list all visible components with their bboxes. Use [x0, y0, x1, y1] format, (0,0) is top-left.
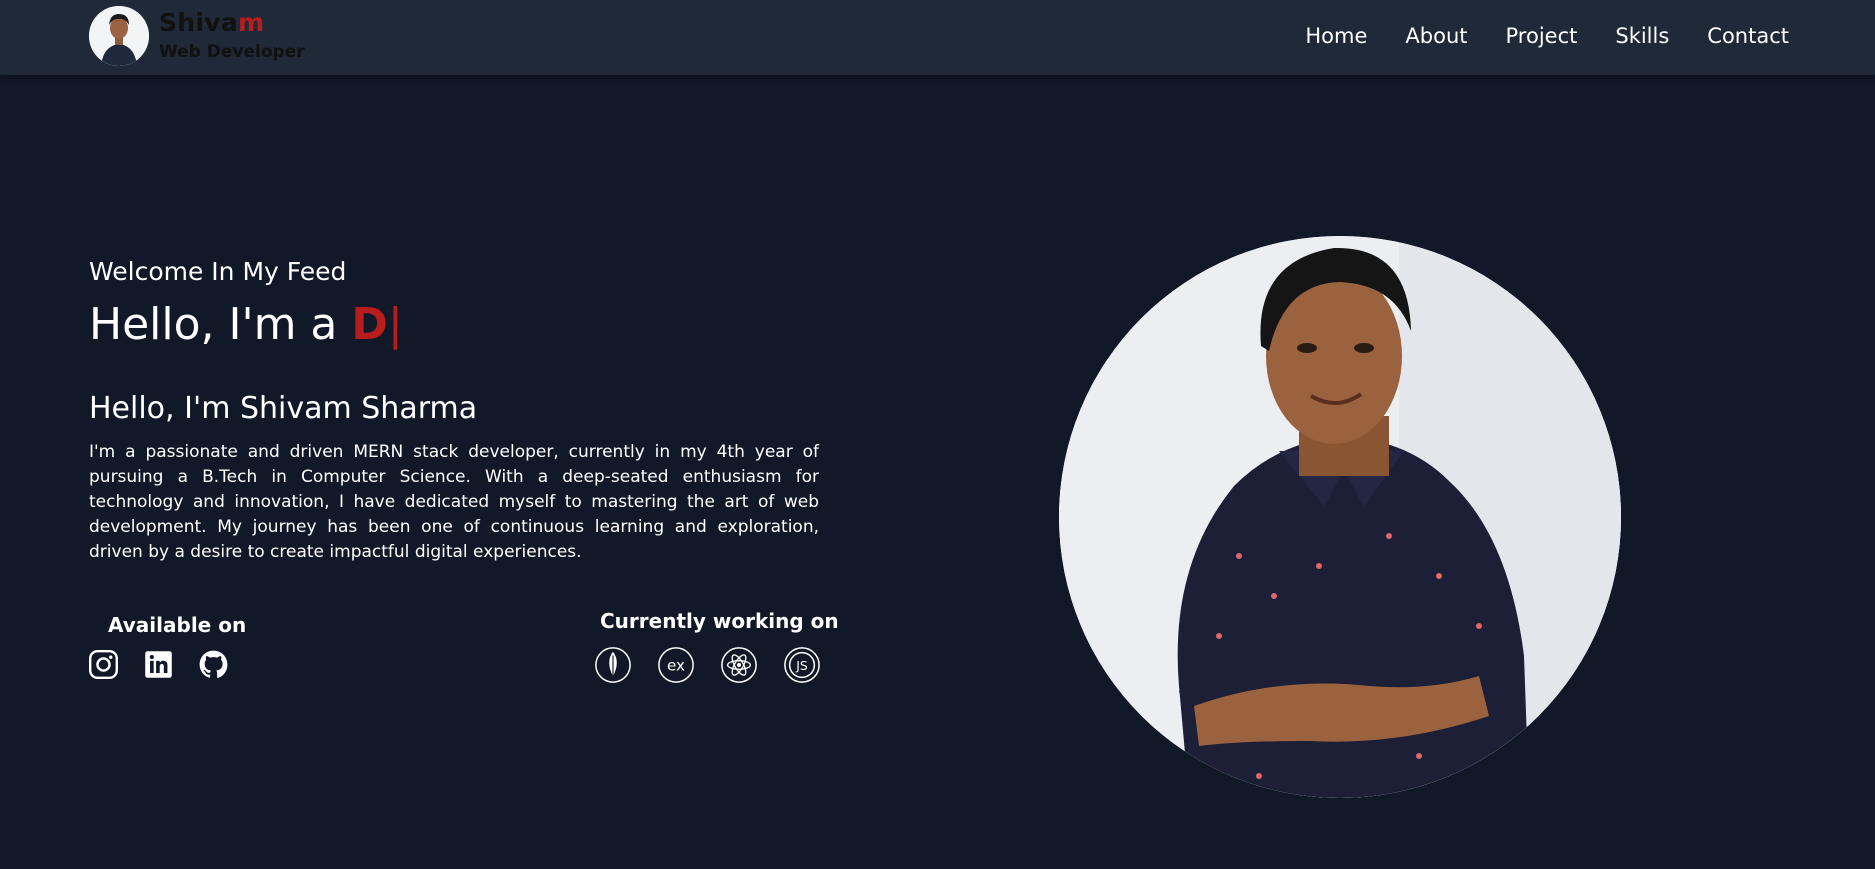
express-icon: ex [658, 647, 694, 683]
nav-skills[interactable]: Skills [1615, 22, 1669, 50]
brand-name: Shivam [159, 8, 264, 38]
nav-home[interactable]: Home [1305, 22, 1367, 50]
profile-photo [1059, 236, 1621, 798]
react-icon [721, 647, 757, 683]
tech-stack: ex JS [594, 646, 821, 684]
linkedin-icon[interactable] [144, 650, 173, 679]
navbar: Shivam Web Developer Home About Project … [0, 0, 1875, 75]
nav-contact[interactable]: Contact [1707, 22, 1789, 50]
intro-title: Hello, I'm Shivam Sharma [89, 391, 478, 426]
instagram-icon[interactable] [89, 650, 118, 679]
typing-cursor: | [387, 299, 403, 350]
brand-name-main: Shiva [159, 8, 239, 37]
github-icon[interactable] [199, 650, 228, 679]
typing-headline: Hello, I'm a D| [89, 299, 403, 351]
intro-paragraph: I'm a passionate and driven MERN stack d… [89, 442, 819, 562]
nodejs-icon: JS [784, 647, 820, 683]
svg-text:ex: ex [667, 657, 685, 675]
mongodb-icon [595, 647, 631, 683]
typed-text: D [351, 299, 388, 350]
svg-text:JS: JS [795, 659, 808, 673]
working-on-label: Currently working on [600, 609, 839, 633]
welcome-heading: Welcome In My Feed [89, 257, 347, 286]
main-nav: Home About Project Skills Contact [1305, 22, 1789, 50]
available-on-label: Available on [108, 613, 247, 637]
nav-project[interactable]: Project [1506, 22, 1578, 50]
brand-name-accent: m [238, 8, 265, 37]
logo-avatar[interactable] [89, 6, 149, 66]
typing-prefix: Hello, I'm a [89, 299, 338, 350]
brand-role: Web Developer [159, 42, 305, 62]
nav-about[interactable]: About [1405, 22, 1467, 50]
social-links [89, 650, 228, 679]
